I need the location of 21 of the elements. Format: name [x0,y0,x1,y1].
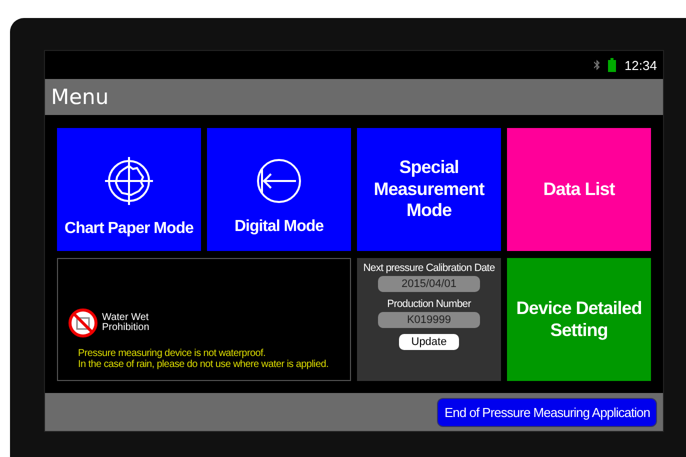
menu-tile[interactable]: Data List [507,128,651,251]
no-water-icon [68,308,98,338]
title: Menu [51,85,109,109]
sign-label: Water Wet Prohibition [102,312,150,334]
arrow-circle-icon [255,156,303,205]
menu-tile[interactable]: Device Detailed Setting [507,258,651,381]
chart-target-icon [103,154,155,207]
menu-tile[interactable]: Special Measurement Mode [357,128,501,251]
bluetooth-icon [594,59,600,71]
update-button[interactable]: Update [399,334,459,350]
date-field: 2015/04/01 [378,276,480,292]
field-label: Next pressure Calibration Date [363,262,495,274]
battery-icon [608,58,616,72]
warning-text: In the case of rain, please do not use where water is applied. [77,359,330,370]
menu-tile[interactable]: Digital Mode [207,128,351,251]
exit-button[interactable]: End of Pressure Measuring Application [437,398,657,426]
clock: 12:34 [624,58,657,72]
menu-tile[interactable]: Chart Paper Mode [57,128,201,251]
number-field: K019999 [378,312,480,328]
field-label: Production Number [387,298,471,310]
warning-text: Pressure measuring device is not waterproof. [77,348,266,359]
